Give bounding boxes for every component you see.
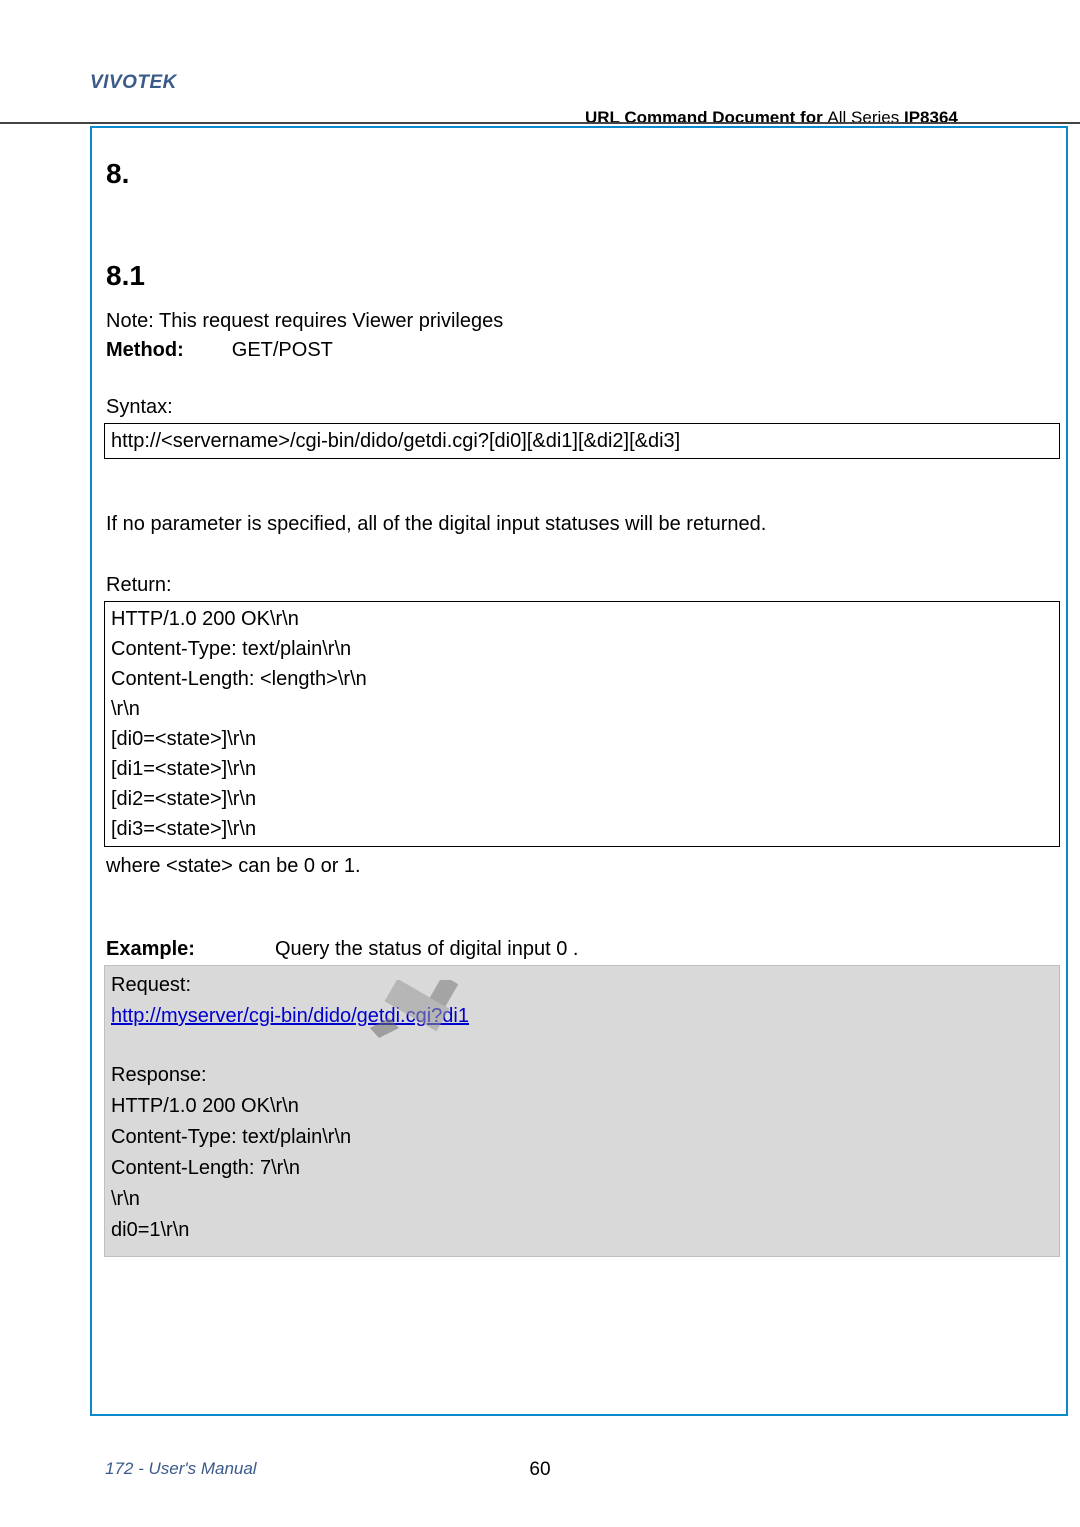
response-line: \r\n: [111, 1184, 1053, 1215]
return-line: Content-Length: <length>\r\n: [111, 664, 1053, 694]
return-line: [di3=<state>]\r\n: [111, 814, 1053, 844]
return-label: Return:: [106, 570, 1054, 601]
page: VIVOTEK URL Command Document for All Ser…: [0, 0, 1080, 1527]
no-param-text: If no parameter is specified, all of the…: [106, 509, 1054, 540]
where-line: where <state> can be 0 or 1.: [106, 851, 1054, 882]
method-label: Method:: [106, 339, 184, 362]
return-box: HTTP/1.0 200 OK\r\n Content-Type: text/p…: [104, 601, 1060, 847]
response-line: HTTP/1.0 200 OK\r\n: [111, 1091, 1053, 1122]
header-rule: [0, 122, 1080, 124]
content-frame: 8. 8.1 Note: This request requires Viewe…: [90, 126, 1068, 1416]
method-row: Method: GET/POST: [106, 339, 1054, 362]
response-label: Response:: [111, 1060, 1053, 1091]
section-number-2: 8.1: [106, 260, 1054, 292]
return-line: [di1=<state>]\r\n: [111, 754, 1053, 784]
return-line: \r\n: [111, 694, 1053, 724]
header-bold: URL Command Document for: [585, 108, 827, 127]
method-value: GET/POST: [232, 339, 333, 362]
example-row: Example: Query the status of digital inp…: [106, 938, 1054, 961]
example-label: Example:: [106, 938, 195, 961]
return-line: [di2=<state>]\r\n: [111, 784, 1053, 814]
footer-page-number: 60: [0, 1459, 1080, 1481]
return-line: [di0=<state>]\r\n: [111, 724, 1053, 754]
response-line: Content-Type: text/plain\r\n: [111, 1122, 1053, 1153]
syntax-box: http://<servername>/cgi-bin/dido/getdi.c…: [104, 423, 1060, 459]
header-model: IP8364: [904, 108, 958, 127]
example-block: Request: http://myserver/cgi-bin/dido/ge…: [104, 965, 1060, 1257]
request-label: Request:: [111, 970, 1053, 1001]
brand-label: VIVOTEK: [90, 72, 177, 94]
note-text: Note: This request requires Viewer privi…: [106, 306, 1054, 337]
response-line: Content-Length: 7\r\n: [111, 1153, 1053, 1184]
syntax-label: Syntax:: [106, 392, 1054, 423]
example-text: Query the status of digital input 0 .: [275, 938, 579, 961]
return-line: Content-Type: text/plain\r\n: [111, 634, 1053, 664]
syntax-text: http://<servername>/cgi-bin/dido/getdi.c…: [111, 430, 680, 452]
header-line: URL Command Document for All Series IP83…: [585, 108, 958, 128]
header-series: All Series: [827, 108, 899, 127]
section-number-1: 8.: [106, 158, 1054, 190]
return-line: HTTP/1.0 200 OK\r\n: [111, 604, 1053, 634]
response-line: di0=1\r\n: [111, 1215, 1053, 1246]
request-url-link[interactable]: http://myserver/cgi-bin/dido/getdi.cgi?d…: [111, 1005, 469, 1027]
